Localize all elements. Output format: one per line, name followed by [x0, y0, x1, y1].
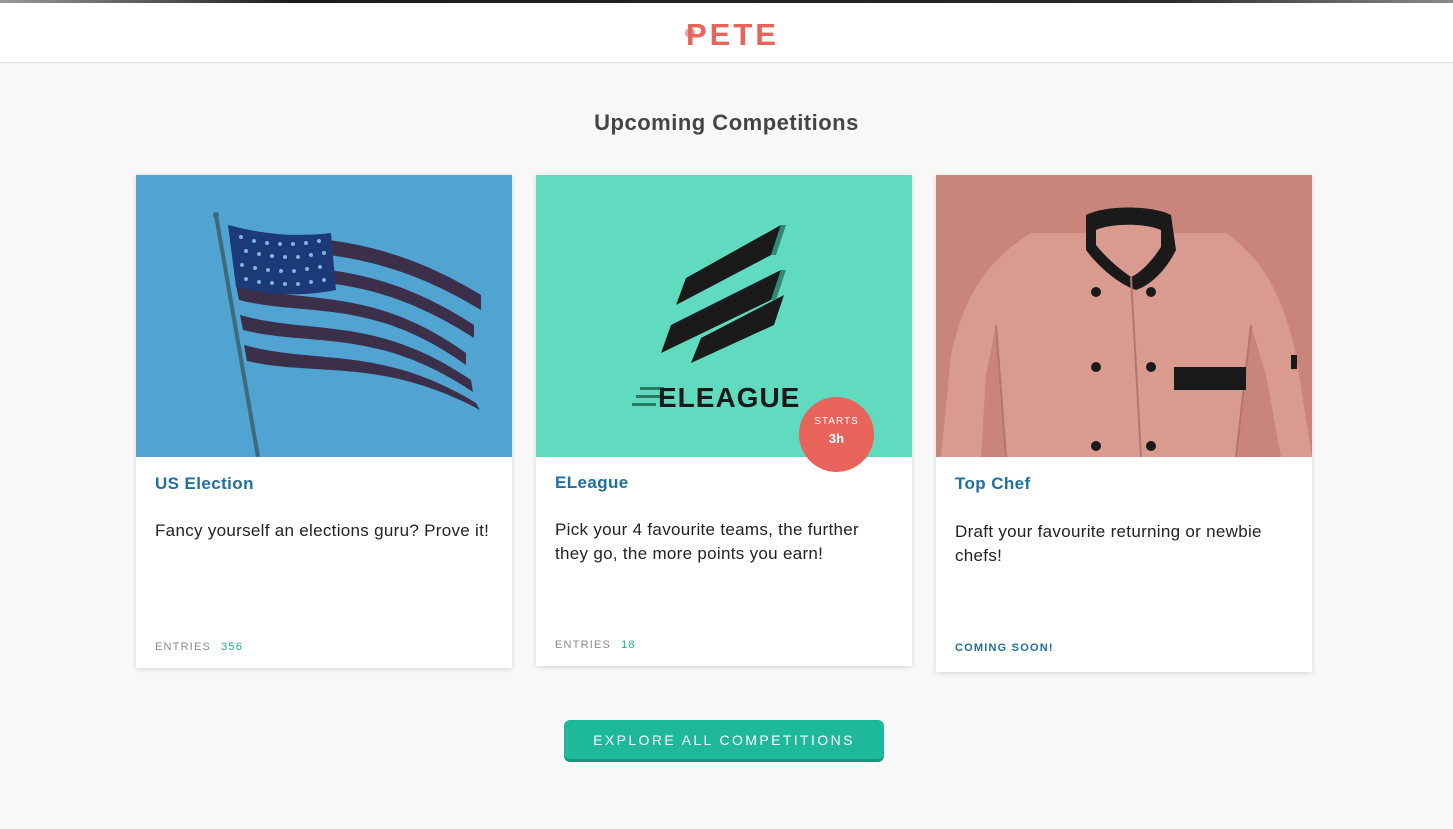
entries-count: ENTRIES 18 — [555, 639, 636, 651]
competition-description: Pick your 4 favourite teams, the further… — [555, 520, 859, 563]
us-flag-image — [136, 175, 512, 457]
badge-label: STARTS — [814, 416, 859, 427]
entries-label: ENTRIES — [155, 641, 212, 653]
competition-card-us-election[interactable]: US Election Fancy yourself an elections … — [136, 175, 512, 668]
badge-value: 3h — [828, 431, 845, 446]
flag-canton — [228, 225, 336, 295]
competition-card-eleague[interactable]: ELEAGUE STARTS 3h ELeague Pick your 4 fa… — [536, 175, 912, 666]
explore-all-competitions-button[interactable]: EXPLORE ALL COMPETITIONS — [564, 720, 884, 762]
entries-value: 356 — [221, 641, 244, 653]
entries-label: ENTRIES — [555, 639, 612, 651]
chef-jacket-image — [936, 175, 1312, 457]
competition-card-top-chef[interactable]: Top Chef Draft your favourite returning … — [936, 175, 1312, 672]
pete-logo[interactable]: PETE — [684, 15, 780, 51]
competition-title[interactable]: US Election — [155, 474, 254, 494]
competition-title[interactable]: Top Chef — [955, 474, 1031, 494]
starts-badge: STARTS 3h — [799, 397, 874, 472]
competition-description: Draft your favourite returning or newbie… — [955, 522, 1262, 565]
eleague-wordmark: ELEAGUE — [658, 382, 800, 413]
competition-title[interactable]: ELeague — [555, 473, 629, 493]
competition-description: Fancy yourself an elections guru? Prove … — [155, 521, 490, 540]
entries-value: 18 — [621, 639, 636, 651]
logo-text: PETE — [686, 17, 779, 51]
entries-count: ENTRIES 356 — [155, 641, 243, 653]
chef-pocket — [1174, 367, 1246, 390]
page-title: Upcoming Competitions — [594, 110, 859, 135]
eleague-logo-image: ELEAGUE STARTS 3h — [536, 175, 912, 472]
coming-soon-label: COMING SOON! — [955, 642, 1054, 654]
site-header: PETE — [0, 3, 1453, 63]
